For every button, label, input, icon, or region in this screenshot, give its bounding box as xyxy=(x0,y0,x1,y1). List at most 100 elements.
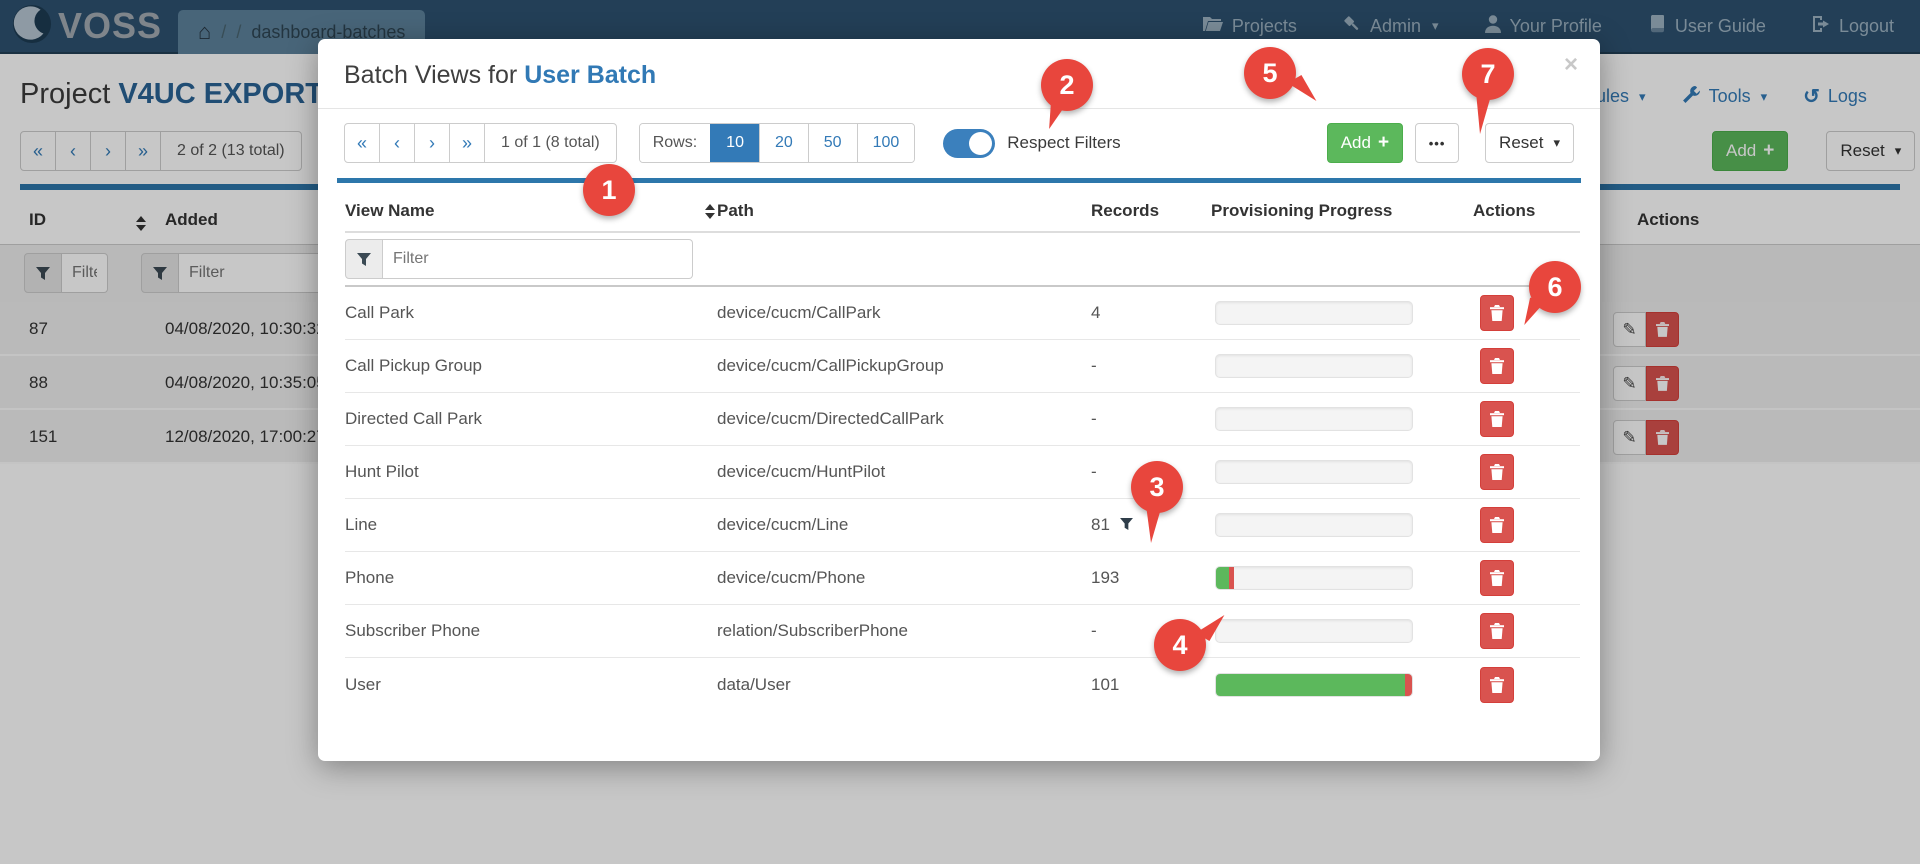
provisioning-progress-bar xyxy=(1215,301,1413,325)
delete-view-button[interactable] xyxy=(1480,560,1514,596)
column-header-view-name[interactable]: View Name xyxy=(345,201,717,221)
callout-badge-1: 1 xyxy=(583,164,635,216)
provisioning-progress-bar xyxy=(1215,354,1413,378)
plus-icon: + xyxy=(1377,132,1390,153)
rows-option-10[interactable]: 10 xyxy=(710,124,759,162)
view-name: Directed Call Park xyxy=(345,409,482,428)
view-path: relation/SubscriberPhone xyxy=(717,621,908,640)
records-count: - xyxy=(1091,356,1097,375)
trash-icon xyxy=(1490,623,1504,639)
batch-views-modal: Batch Views for User Batch × « ‹ › » 1 o… xyxy=(318,39,1600,761)
trash-icon xyxy=(1490,570,1504,586)
column-header-progress: Provisioning Progress xyxy=(1211,201,1393,220)
delete-view-button[interactable] xyxy=(1480,507,1514,543)
provisioning-progress-bar xyxy=(1215,619,1413,643)
modal-prev-button[interactable]: ‹ xyxy=(379,123,415,163)
modal-title: Batch Views for User Batch xyxy=(344,61,657,89)
close-icon[interactable]: × xyxy=(1564,53,1578,77)
delete-view-button[interactable] xyxy=(1480,454,1514,490)
view-name: User xyxy=(345,674,381,694)
view-path: data/User xyxy=(717,674,791,694)
column-header-path[interactable]: Path xyxy=(717,201,1091,221)
callout-badge-5: 5 xyxy=(1244,47,1317,109)
filter-icon-button[interactable] xyxy=(345,239,383,279)
rows-option-100[interactable]: 100 xyxy=(856,124,915,162)
modal-header: Batch Views for User Batch × xyxy=(318,39,1600,109)
view-name: Call Pickup Group xyxy=(345,356,483,375)
trash-icon xyxy=(1490,305,1504,321)
callout-badge-2: 2 xyxy=(1041,59,1093,131)
batch-view-row[interactable]: Call Pickup Group device/cucm/CallPickup… xyxy=(345,340,1580,393)
trash-icon xyxy=(1490,676,1504,693)
table-header-row: View Name Path Records Provisioning Prog… xyxy=(345,183,1580,233)
trash-icon xyxy=(1490,411,1504,427)
batch-view-row[interactable]: Line device/cucm/Line 81 xyxy=(345,499,1580,552)
records-count: 101 xyxy=(1091,674,1120,694)
modal-controls: « ‹ › » 1 of 1 (8 total) Rows: 10 20 50 … xyxy=(344,123,1574,163)
rows-option-20[interactable]: 20 xyxy=(758,124,808,162)
records-count: 193 xyxy=(1091,568,1120,587)
provisioning-progress-bar xyxy=(1215,566,1413,590)
view-path: device/cucm/DirectedCallPark xyxy=(717,409,944,428)
chevron-down-icon: ▾ xyxy=(1553,135,1560,150)
column-header-records: Records xyxy=(1091,201,1160,220)
records-count: - xyxy=(1091,409,1097,428)
view-name: Subscriber Phone xyxy=(345,621,481,640)
more-options-button[interactable]: ••• xyxy=(1415,123,1460,163)
rows-label: Rows: xyxy=(639,124,711,162)
view-name: Line xyxy=(345,515,378,534)
trash-icon xyxy=(1490,464,1504,480)
ellipsis-icon: ••• xyxy=(1428,135,1446,151)
provisioning-progress-bar xyxy=(1215,407,1413,431)
view-name: Phone xyxy=(345,568,395,587)
rows-per-page-selector: Rows: 10 20 50 100 xyxy=(638,123,916,163)
records-filter-icon[interactable] xyxy=(1119,515,1133,535)
trash-icon xyxy=(1490,358,1504,374)
view-name-filter-input[interactable] xyxy=(383,239,693,279)
modal-add-button[interactable]: Add + xyxy=(1326,123,1404,163)
toggle-knob xyxy=(969,131,993,155)
records-count: - xyxy=(1091,462,1097,481)
delete-view-button[interactable] xyxy=(1480,401,1514,437)
provisioning-progress-bar xyxy=(1215,672,1413,697)
view-path: device/cucm/Phone xyxy=(717,568,866,587)
batch-view-row[interactable]: Phone device/cucm/Phone 193 xyxy=(345,552,1580,605)
view-path: device/cucm/HuntPilot xyxy=(717,462,886,481)
provisioning-progress-bar xyxy=(1215,460,1413,484)
view-name: Hunt Pilot xyxy=(345,462,419,481)
view-path: device/cucm/CallPickupGroup xyxy=(717,356,944,375)
respect-filters-label: Respect Filters xyxy=(1007,133,1121,152)
modal-next-button[interactable]: › xyxy=(414,123,450,163)
delete-view-button[interactable] xyxy=(1480,295,1514,331)
batch-view-row[interactable]: Subscriber Phone relation/SubscriberPhon… xyxy=(345,605,1580,658)
callout-badge-7: 7 xyxy=(1462,48,1514,134)
modal-last-button[interactable]: » xyxy=(449,123,485,163)
callout-badge-3: 3 xyxy=(1131,461,1183,543)
batch-view-row[interactable]: User data/User 101 xyxy=(345,658,1580,711)
modal-pagination-status: 1 of 1 (8 total) xyxy=(484,123,617,163)
batch-view-row[interactable]: Hunt Pilot device/cucm/HuntPilot - xyxy=(345,446,1580,499)
respect-filters-toggle[interactable] xyxy=(943,128,996,158)
rows-option-50[interactable]: 50 xyxy=(807,124,857,162)
trash-icon xyxy=(1490,517,1504,533)
modal-reset-button[interactable]: Reset ▾ xyxy=(1485,123,1574,163)
modal-action-buttons: Add + ••• Reset ▾ xyxy=(1326,123,1574,163)
records-count: - xyxy=(1091,621,1097,640)
records-count: 4 xyxy=(1091,303,1101,322)
view-path: device/cucm/CallPark xyxy=(717,303,881,322)
modal-filter-row xyxy=(345,233,1580,287)
delete-view-button[interactable] xyxy=(1480,666,1514,703)
batch-name: User Batch xyxy=(524,61,657,89)
modal-first-button[interactable]: « xyxy=(344,123,380,163)
callout-badge-6: 6 xyxy=(1524,261,1581,329)
view-name: Call Park xyxy=(345,303,414,322)
provisioning-progress-bar xyxy=(1215,513,1413,537)
delete-view-button[interactable] xyxy=(1480,348,1514,384)
column-header-actions: Actions xyxy=(1473,201,1536,220)
sort-icon xyxy=(705,203,715,219)
batch-view-row[interactable]: Directed Call Park device/cucm/DirectedC… xyxy=(345,393,1580,446)
batch-view-row[interactable]: Call Park device/cucm/CallPark 4 xyxy=(345,287,1580,340)
callout-badge-4: 4 xyxy=(1154,607,1225,671)
delete-view-button[interactable] xyxy=(1480,613,1514,649)
modal-pagination: « ‹ › » 1 of 1 (8 total) xyxy=(344,123,617,163)
